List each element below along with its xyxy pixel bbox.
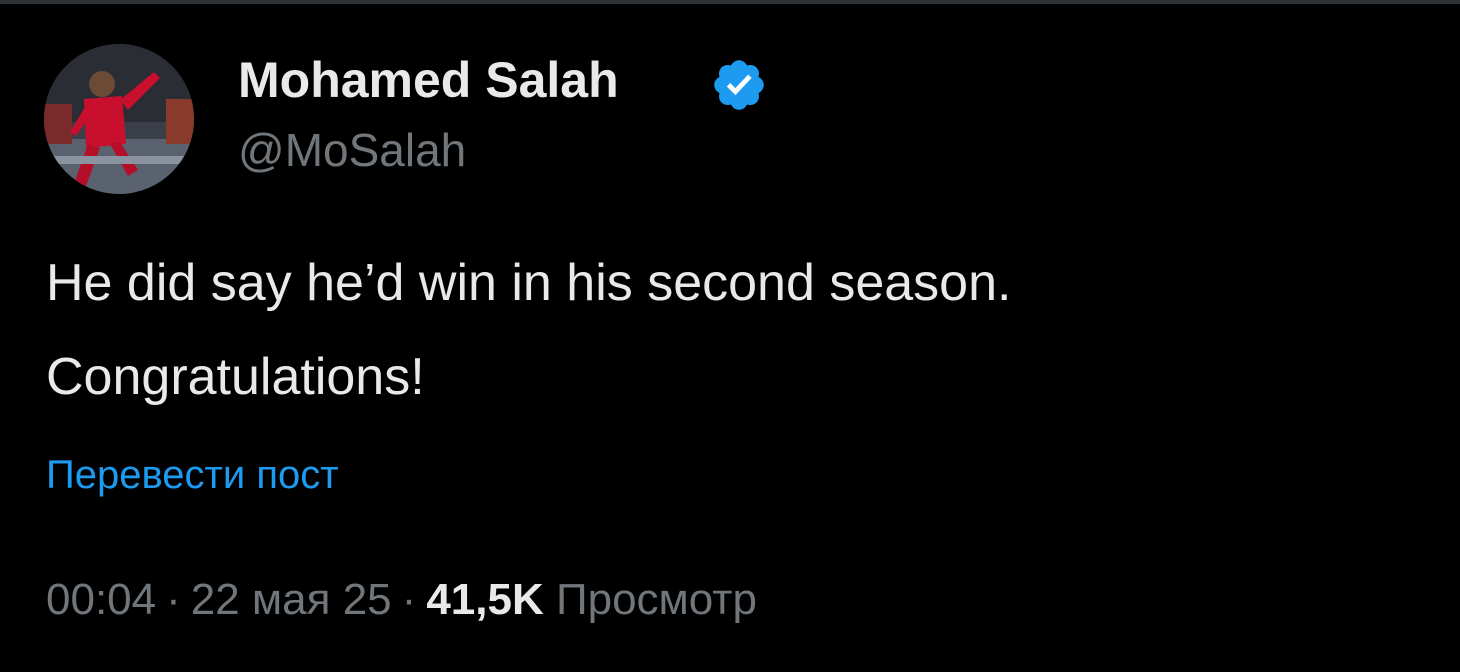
user-handle[interactable]: @MoSalah — [238, 122, 466, 178]
post-text-line: He did say he’d win in his second season… — [46, 254, 1012, 312]
post-time[interactable]: 00:04 — [46, 575, 156, 624]
verified-badge-icon — [714, 60, 764, 110]
top-divider — [0, 0, 1460, 4]
separator-dot: · — [401, 575, 417, 624]
avatar[interactable] — [44, 44, 194, 194]
views-label: Просмотр — [555, 575, 757, 624]
display-name[interactable]: Mohamed Salah — [238, 50, 619, 110]
post-meta: 00:04 · 22 мая 25 · 41,5K Просмотр — [46, 572, 757, 628]
separator-dot: · — [166, 575, 181, 624]
translate-post-link[interactable]: Перевести пост — [46, 448, 339, 502]
avatar-photo — [44, 44, 194, 194]
post-text: He did say he’d win in his second season… — [46, 236, 1426, 424]
post-text-line: Congratulations! — [46, 348, 425, 406]
post-date[interactable]: 22 мая 25 — [191, 575, 392, 624]
views-count: 41,5K — [426, 575, 544, 624]
